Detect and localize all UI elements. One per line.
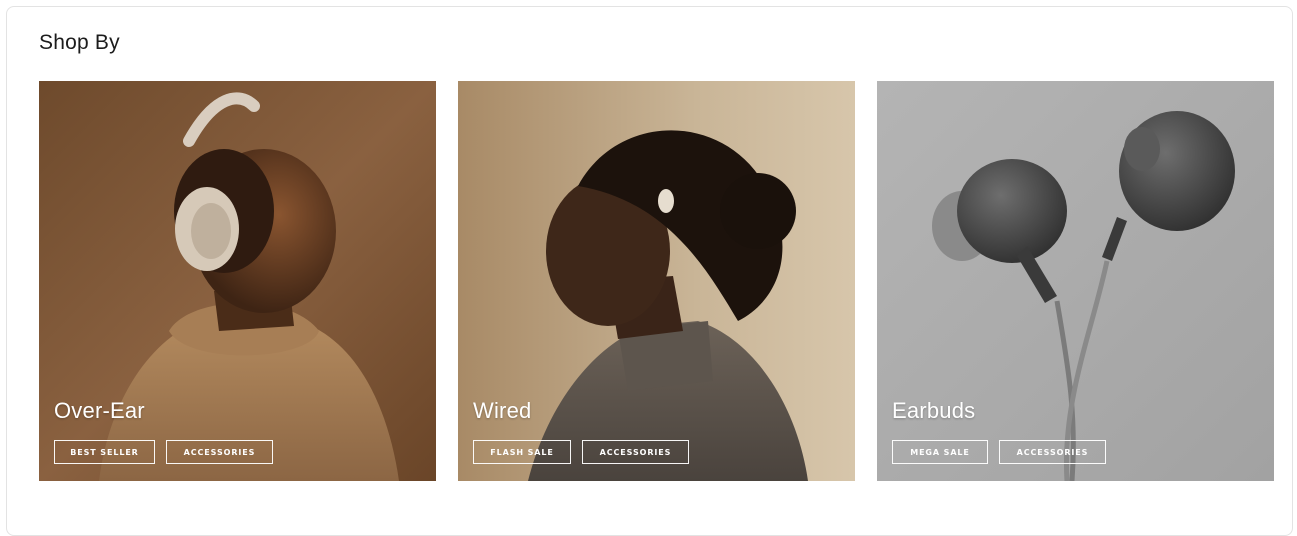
card-label: Earbuds bbox=[892, 398, 976, 423]
section-title: Shop By bbox=[39, 31, 120, 54]
shop-by-panel: Shop By Over-Ear BEST SELLER ACCESSORIES… bbox=[6, 6, 1293, 536]
accessories-tag[interactable]: ACCESSORIES bbox=[166, 440, 273, 464]
category-card-wired[interactable]: Wired FLASH SALE ACCESSORIES bbox=[458, 81, 855, 481]
accessories-tag[interactable]: ACCESSORIES bbox=[582, 440, 689, 464]
flash-sale-tag[interactable]: FLASH SALE bbox=[473, 440, 571, 464]
tag-group: BEST SELLER ACCESSORIES bbox=[54, 440, 273, 464]
category-card-earbuds[interactable]: Earbuds MEGA SALE ACCESSORIES bbox=[877, 81, 1274, 481]
card-label: Over-Ear bbox=[54, 398, 145, 423]
card-label: Wired bbox=[473, 398, 532, 423]
category-cards: Over-Ear BEST SELLER ACCESSORIES Wired F… bbox=[39, 81, 1274, 481]
best-seller-tag[interactable]: BEST SELLER bbox=[54, 440, 155, 464]
tag-group: FLASH SALE ACCESSORIES bbox=[473, 440, 689, 464]
accessories-tag[interactable]: ACCESSORIES bbox=[999, 440, 1106, 464]
category-card-over-ear[interactable]: Over-Ear BEST SELLER ACCESSORIES bbox=[39, 81, 436, 481]
mega-sale-tag[interactable]: MEGA SALE bbox=[892, 440, 988, 464]
tag-group: MEGA SALE ACCESSORIES bbox=[892, 440, 1106, 464]
